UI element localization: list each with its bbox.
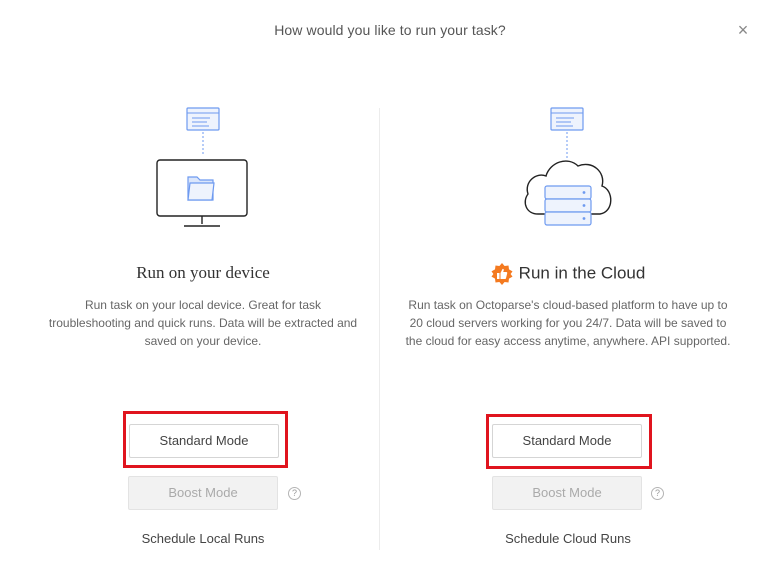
run-task-dialog: How would you like to run your task? × R… bbox=[0, 0, 769, 574]
local-standard-mode-button[interactable]: Standard Mode bbox=[129, 424, 279, 458]
schedule-cloud-runs-link[interactable]: Schedule Cloud Runs bbox=[380, 531, 756, 546]
cloud-run-panel: Run in the Cloud Run task on Octoparse's… bbox=[380, 0, 756, 574]
thumbs-up-badge-icon bbox=[491, 263, 513, 285]
cloud-standard-mode-button[interactable]: Standard Mode bbox=[492, 424, 642, 458]
local-boost-help-icon[interactable]: ? bbox=[288, 487, 301, 500]
cloud-panel-title: Run in the Cloud bbox=[518, 263, 646, 283]
browser-window-icon bbox=[186, 107, 220, 131]
browser-window-icon bbox=[550, 107, 584, 131]
cloud-panel-title-row: Run in the Cloud bbox=[380, 263, 756, 285]
cloud-illustration bbox=[524, 107, 612, 226]
local-run-panel: Run on your device Run task on your loca… bbox=[13, 0, 393, 574]
cloud-boost-mode-button[interactable]: Boost Mode bbox=[492, 476, 642, 510]
local-device-illustration bbox=[156, 107, 248, 227]
local-panel-title: Run on your device bbox=[136, 263, 270, 282]
schedule-local-runs-link[interactable]: Schedule Local Runs bbox=[13, 531, 393, 546]
cloud-description: Run task on Octoparse's cloud-based plat… bbox=[405, 298, 731, 348]
server-icon bbox=[544, 185, 592, 226]
local-boost-mode-button[interactable]: Boost Mode bbox=[128, 476, 278, 510]
local-description: Run task on your local device. Great for… bbox=[48, 298, 358, 348]
cloud-boost-help-icon[interactable]: ? bbox=[651, 487, 664, 500]
folder-icon bbox=[187, 176, 215, 201]
